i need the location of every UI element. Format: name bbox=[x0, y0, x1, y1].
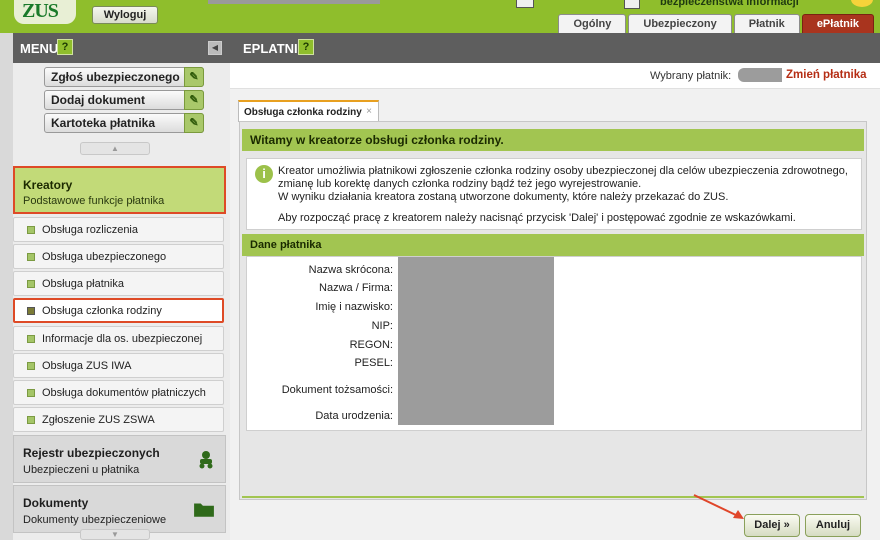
payer-data-redacted bbox=[398, 257, 554, 425]
wizard-title: Witamy w kreatorze obsługi członka rodzi… bbox=[250, 133, 504, 147]
field-label: Dokument tożsamości: bbox=[281, 384, 393, 396]
main-tabs: Ogólny Ubezpieczony Płatnik ePłatnik bbox=[558, 14, 874, 33]
scroll-down-button[interactable]: ▼ bbox=[80, 529, 150, 540]
field-label: Nazwa / Firma: bbox=[319, 282, 393, 294]
selected-payer-label: Wybrany płatnik: bbox=[650, 70, 732, 82]
tab-ubezpieczony[interactable]: Ubezpieczony bbox=[628, 14, 732, 33]
section-title: Rejestr ubezpieczonych bbox=[23, 446, 160, 460]
sidebar-section-kreatory[interactable]: Kreatory Podstawowe funkcje płatnika bbox=[13, 166, 226, 214]
sidebar: MENU ? ◀ Zgłoś ubezpieczonego ✎ Dodaj do… bbox=[13, 33, 230, 540]
quick-action-dodaj-dokument[interactable]: Dodaj dokument ✎ bbox=[44, 90, 204, 110]
wand-icon: ✎ bbox=[184, 113, 204, 133]
sidebar-section-dokumenty[interactable]: Dokumenty Dokumenty ubezpieczeniowe bbox=[13, 485, 226, 533]
bullet-icon bbox=[27, 362, 35, 370]
payer-data-title: Dane płatnika bbox=[250, 239, 322, 251]
field-label: Imię i nazwisko: bbox=[315, 301, 393, 313]
next-button[interactable]: Dalej » bbox=[744, 514, 800, 537]
user-info-redacted bbox=[208, 0, 380, 4]
scroll-up-button[interactable]: ▲ bbox=[80, 142, 150, 155]
field-label: PESEL: bbox=[354, 357, 393, 369]
main-help-icon[interactable]: ? bbox=[298, 39, 314, 55]
bullet-icon bbox=[27, 280, 35, 288]
tab-ogolny[interactable]: Ogólny bbox=[558, 14, 627, 33]
field-label: REGON: bbox=[349, 339, 393, 351]
field-label: Data urodzenia: bbox=[315, 410, 393, 422]
cancel-button[interactable]: Anuluj bbox=[805, 514, 861, 537]
sidebar-item-zgloszenie-zus-zswa[interactable]: Zgłoszenie ZUS ZSWA bbox=[13, 407, 224, 432]
selected-payer-redacted bbox=[738, 68, 782, 82]
info-line: zmianę lub korektę danych członka rodzin… bbox=[278, 178, 642, 190]
field-label: NIP: bbox=[371, 320, 393, 332]
section-subtitle: Podstawowe funkcje płatnika bbox=[23, 195, 165, 207]
sidebar-header: MENU ? ◀ bbox=[13, 33, 230, 63]
sidebar-title: MENU bbox=[20, 41, 59, 56]
panel-footer-line bbox=[242, 496, 864, 498]
top-header: ZUS Wyloguj bezpieczeństwa informacji Og… bbox=[0, 0, 880, 33]
sidebar-section-rejestr[interactable]: Rejestr ubezpieczonych Ubezpieczeni u pł… bbox=[13, 435, 226, 483]
logout-button[interactable]: Wyloguj bbox=[92, 6, 158, 24]
quick-action-kartoteka-platnika[interactable]: Kartoteka płatnika ✎ bbox=[44, 113, 204, 133]
section-title: Dokumenty bbox=[23, 496, 89, 510]
sidebar-item-obsluga-czlonka-rodziny[interactable]: Obsługa członka rodziny bbox=[13, 298, 224, 323]
sidebar-help-icon[interactable]: ? bbox=[57, 39, 73, 55]
wand-icon: ✎ bbox=[184, 90, 204, 110]
info-line: Aby rozpocząć pracę z kreatorem należy n… bbox=[278, 212, 796, 224]
change-payer-link[interactable]: Zmień płatnika bbox=[786, 69, 867, 81]
wizard-panel: Witamy w kreatorze obsługi członka rodzi… bbox=[239, 121, 867, 500]
main-header: EPLATNIK ? bbox=[230, 33, 880, 63]
quick-action-zglos-ubezpieczonego[interactable]: Zgłoś ubezpieczonego ✎ bbox=[44, 67, 204, 87]
sidebar-item-obsluga-zus-iwa[interactable]: Obsługa ZUS IWA bbox=[13, 353, 224, 378]
info-line: W wyniku działania kreatora zostaną utwo… bbox=[278, 191, 729, 203]
sidebar-item-obsluga-rozliczenia[interactable]: Obsługa rozliczenia bbox=[13, 217, 224, 242]
people-icon bbox=[199, 451, 213, 469]
security-info-icon[interactable] bbox=[624, 0, 640, 9]
info-icon: i bbox=[255, 165, 273, 183]
collapse-arrow-icon[interactable]: ◀ bbox=[208, 41, 222, 55]
bullet-icon bbox=[27, 389, 35, 397]
wizard-title-bar: Witamy w kreatorze obsługi członka rodzi… bbox=[242, 129, 864, 151]
main-content: EPLATNIK ? Wybrany płatnik: Zmień płatni… bbox=[230, 33, 880, 540]
window-icon[interactable] bbox=[516, 0, 534, 8]
section-subtitle: Dokumenty ubezpieczeniowe bbox=[23, 514, 167, 526]
field-label: Nazwa skrócona: bbox=[308, 264, 393, 276]
bullet-icon bbox=[27, 307, 35, 315]
bullet-icon bbox=[27, 335, 35, 343]
payer-data-box: Nazwa skrócona: Nazwa / Firma: Imię i na… bbox=[246, 256, 862, 431]
sidebar-item-informacje-dla-os-ubezpieczonej[interactable]: Informacje dla os. ubezpieczonej bbox=[13, 326, 224, 351]
tab-obsluga-czlonka-rodziny[interactable]: Obsługa członka rodziny × bbox=[238, 100, 379, 122]
section-title: Kreatory bbox=[23, 178, 73, 192]
sidebar-item-obsluga-ubezpieczonego[interactable]: Obsługa ubezpieczonego bbox=[13, 244, 224, 269]
close-icon[interactable]: × bbox=[366, 106, 372, 117]
bullet-icon bbox=[27, 226, 35, 234]
pointer-arrow-icon bbox=[693, 494, 744, 519]
tab-eplatnik[interactable]: ePłatnik bbox=[801, 14, 874, 33]
payer-selection-bar: Wybrany płatnik: Zmień płatnika bbox=[230, 63, 880, 89]
bullet-icon bbox=[27, 416, 35, 424]
security-info-link[interactable]: bezpieczeństwa informacji bbox=[660, 0, 799, 8]
sidebar-item-obsluga-dokumentow-platniczych[interactable]: Obsługa dokumentów płatniczych bbox=[13, 380, 224, 405]
bullet-icon bbox=[27, 253, 35, 261]
wand-icon: ✎ bbox=[184, 67, 204, 87]
folder-icon bbox=[194, 503, 214, 517]
status-sun-icon bbox=[851, 0, 873, 7]
payer-data-title-bar: Dane płatnika bbox=[242, 234, 864, 256]
section-subtitle: Ubezpieczeni u płatnika bbox=[23, 464, 140, 476]
info-box: i Kreator umożliwia płatnikowi zgłoszeni… bbox=[246, 158, 862, 230]
tab-platnik[interactable]: Płatnik bbox=[733, 14, 800, 33]
zus-logo[interactable]: ZUS bbox=[14, 0, 76, 24]
info-line: Kreator umożliwia płatnikowi zgłoszenie … bbox=[278, 165, 848, 177]
sidebar-item-obsluga-platnika[interactable]: Obsługa płatnika bbox=[13, 271, 224, 296]
